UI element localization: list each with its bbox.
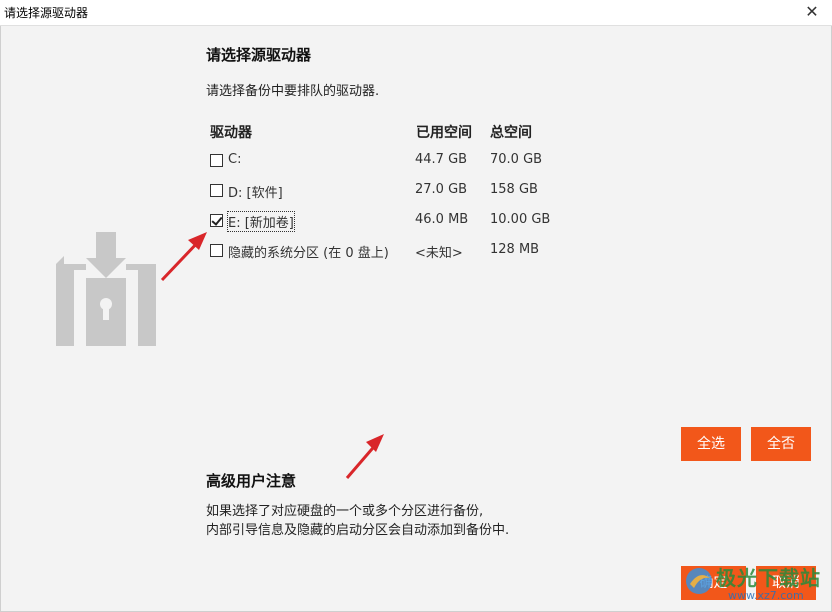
drive-used-space: <未知> (415, 246, 463, 261)
drive-label[interactable]: 隐藏的系统分区 (在 0 盘上) (228, 242, 389, 261)
page-subtitle: 请选择备份中要排队的驱动器. (206, 84, 380, 99)
checkbox-icon[interactable] (210, 154, 223, 167)
checkbox-icon[interactable] (210, 184, 223, 197)
drive-label[interactable]: D: [软件] (228, 182, 283, 201)
column-header-drive: 驱动器 (210, 125, 252, 141)
drive-total-space: 158 GB (490, 182, 538, 197)
drive-total-space: 10.00 GB (490, 212, 551, 227)
window-title: 请选择源驱动器 (4, 6, 89, 20)
close-icon[interactable]: ✕ (802, 2, 822, 22)
column-header-used-space: 已用空间 (416, 125, 472, 141)
drive-used-space: 46.0 MB (415, 212, 469, 227)
advanced-note-line: 如果选择了对应硬盘的一个或多个分区进行备份, (206, 504, 484, 519)
drive-total-space: 70.0 GB (490, 152, 543, 167)
select-all-button[interactable]: 全选 (681, 427, 741, 461)
advanced-note-title: 高级用户注意 (206, 472, 297, 490)
column-header-total-space: 总空间 (490, 125, 532, 141)
checkmark-icon[interactable] (210, 214, 223, 227)
drive-used-space: 44.7 GB (415, 152, 468, 167)
select-none-button[interactable]: 全否 (751, 427, 811, 461)
title-bar: 请选择源驱动器 ✕ (0, 0, 832, 26)
cancel-button[interactable]: 取消 (756, 566, 816, 600)
advanced-note-line: 内部引导信息及隐藏的启动分区会自动添加到备份中. (206, 523, 510, 538)
drive-label[interactable]: E: [新加卷] (227, 211, 295, 232)
drive-used-space: 27.0 GB (415, 182, 468, 197)
drive-lock-illustration (56, 232, 156, 346)
drive-total-space: 128 MB (490, 242, 540, 257)
page-title: 请选择源驱动器 (206, 46, 312, 64)
checkbox-icon[interactable] (210, 244, 223, 257)
ok-button[interactable]: 确定 (681, 566, 746, 600)
drive-label[interactable]: C: (228, 152, 241, 167)
